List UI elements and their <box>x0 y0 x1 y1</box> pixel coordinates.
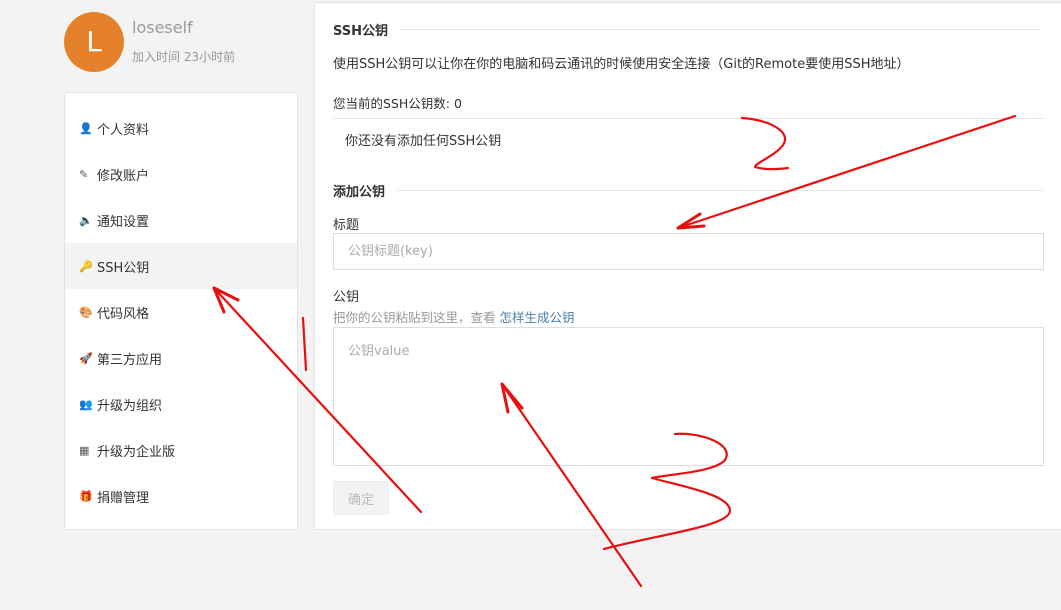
divider <box>397 190 1044 191</box>
confirm-button[interactable]: 确定 <box>333 481 389 515</box>
how-to-generate-key-link[interactable]: 怎样生成公钥 <box>499 310 574 325</box>
sidebar-item-label: 代码风格 <box>97 306 150 322</box>
add-key-section-heading: 添加公钥 <box>333 181 1044 200</box>
avatar[interactable]: L <box>64 12 124 72</box>
sidebar-item-label: 个人资料 <box>97 122 150 138</box>
ssh-key-count: 您当前的SSH公钥数: 0 <box>333 96 462 111</box>
ssh-section-title: SSH公钥 <box>333 24 389 39</box>
sidebar-item-label: 捐赠管理 <box>97 490 150 506</box>
ssh-section-heading: SSH公钥 <box>333 20 1041 39</box>
add-key-title: 添加公钥 <box>333 185 386 200</box>
rocket-icon: 🚀 <box>79 351 93 365</box>
user-icon: 👤 <box>79 121 93 135</box>
sidebar-item-label: 第三方应用 <box>97 352 163 368</box>
username[interactable]: loseself <box>132 18 193 37</box>
sidebar-item-label: 通知设置 <box>97 214 150 230</box>
sidebar-item-label: 修改账户 <box>97 168 150 184</box>
sidebar-item-label: 升级为企业版 <box>97 444 176 460</box>
pencil-icon: ✎ <box>79 167 89 181</box>
building-icon: ▦ <box>79 443 90 457</box>
annotation-number-1 <box>301 316 308 372</box>
divider <box>333 118 1044 119</box>
sidebar-item-3[interactable]: 🔈 通知设置 <box>65 197 297 243</box>
sidebar-item-2[interactable]: ✎ 修改账户 <box>65 151 297 197</box>
sidebar-item-9[interactable]: 🎁 捐赠管理 <box>65 473 297 519</box>
hint-text: 把你的公钥粘贴到这里，查看 <box>333 310 500 325</box>
sidebar-item-7[interactable]: 👥 升级为组织 <box>65 381 297 427</box>
sidebar-item-1[interactable]: 👤 个人资料 <box>65 105 297 151</box>
public-key-hint: 把你的公钥粘贴到这里，查看 怎样生成公钥 <box>333 307 575 326</box>
empty-keys-message: 你还没有添加任何SSH公钥 <box>345 134 502 149</box>
main-panel: SSH公钥 使用SSH公钥可以让你在你的电脑和码云通讯的时候使用安全连接（Git… <box>314 2 1061 530</box>
divider <box>400 29 1041 30</box>
sidebar-item-8[interactable]: ▦ 升级为企业版 <box>65 427 297 473</box>
join-time: 加入时间 23小时前 <box>132 50 236 64</box>
sidebar-item-6[interactable]: 🚀 第三方应用 <box>65 335 297 381</box>
key-title-input[interactable] <box>333 233 1044 270</box>
speaker-icon: 🔈 <box>79 213 93 227</box>
sidebar-item-label: 升级为组织 <box>97 398 163 414</box>
group-icon: 👥 <box>79 397 93 411</box>
public-key-textarea[interactable] <box>333 327 1044 466</box>
key-title-label: 标题 <box>333 218 360 233</box>
key-icon: 🔑 <box>79 259 93 273</box>
sidebar-item-5[interactable]: 🎨 代码风格 <box>65 289 297 335</box>
sidebar-item-label: SSH公钥 <box>97 260 150 276</box>
palette-icon: 🎨 <box>79 305 93 319</box>
public-key-label: 公钥 <box>333 290 360 305</box>
sidebar-item-4[interactable]: 🔑 SSH公钥 <box>65 243 297 289</box>
ssh-description: 使用SSH公钥可以让你在你的电脑和码云通讯的时候使用安全连接（Git的Remot… <box>333 57 910 72</box>
gift-icon: 🎁 <box>79 489 93 503</box>
settings-sidebar: 👤 个人资料 ✎ 修改账户 🔈 通知设置 🔑 SSH公钥 🎨 代码风格 🚀 第三方应用 👥 升级为组织 ▦ 升… <box>64 92 298 530</box>
